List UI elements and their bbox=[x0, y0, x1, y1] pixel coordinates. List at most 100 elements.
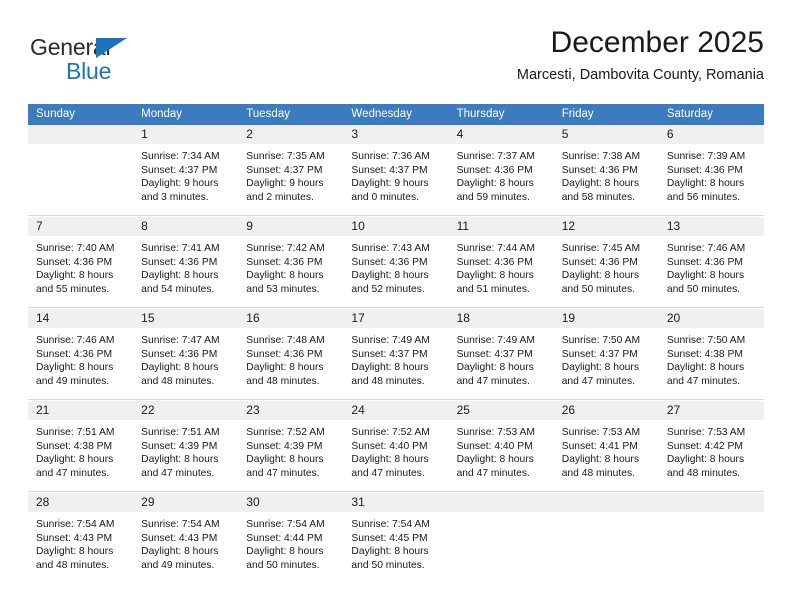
day-cell[interactable]: 18 Sunrise: 7:49 AM Sunset: 4:37 PM Dayligh… bbox=[448, 309, 554, 400]
daylight-text: Daylight: 8 hours bbox=[36, 270, 114, 282]
daylight-text: Daylight: 8 hours bbox=[561, 178, 639, 190]
day-cell[interactable]: 29 Sunrise: 7:54 AM Sunset: 4:43 PM Dayligh… bbox=[133, 493, 239, 583]
daylight-text: and 47 minutes. bbox=[246, 467, 320, 479]
day-cell[interactable]: 7 Sunrise: 7:40 AM Sunset: 4:36 PM Daylight… bbox=[28, 217, 134, 308]
daylight-text: Daylight: 8 hours bbox=[141, 546, 219, 558]
daylight-text: Daylight: 8 hours bbox=[351, 454, 429, 466]
day-cell[interactable]: 27 Sunrise: 7:53 AM Sunset: 4:42 PM Dayligh… bbox=[658, 401, 764, 492]
sunset-text: Sunset: 4:36 PM bbox=[456, 164, 533, 176]
daylight-text: Daylight: 8 hours bbox=[666, 454, 745, 466]
day-cell[interactable]: 15 Sunrise: 7:47 AM Sunset: 4:36 PM Dayligh… bbox=[133, 309, 239, 400]
day-number: 27 bbox=[658, 401, 764, 420]
sunrise-text: Sunrise: 7:34 AM bbox=[141, 151, 220, 162]
daylight-text: Daylight: 8 hours bbox=[666, 270, 745, 282]
day-cell[interactable]: 31 Sunrise: 7:54 AM Sunset: 4:45 PM Dayligh… bbox=[343, 493, 449, 583]
day-cell[interactable]: 11 Sunrise: 7:44 AM Sunset: 4:36 PM Dayligh… bbox=[448, 217, 554, 308]
calendar-week-row: 7 Sunrise: 7:40 AM Sunset: 4:36 PM Daylight… bbox=[28, 217, 764, 308]
day-cell[interactable]: 3 Sunrise: 7:36 AM Sunset: 4:37 PM Daylight… bbox=[343, 125, 449, 216]
sunrise-text: Sunrise: 7:37 AM bbox=[456, 151, 535, 162]
sunrise-text: Sunrise: 7:50 AM bbox=[561, 335, 641, 346]
daylight-text: and 48 minutes. bbox=[666, 467, 741, 479]
sunset-text: Sunset: 4:37 PM bbox=[141, 164, 218, 176]
daylight-text: Daylight: 8 hours bbox=[456, 362, 534, 374]
title-block: December 2025 Marcesti, Dambovita County… bbox=[517, 24, 764, 86]
day-details: Sunrise: 7:47 AM Sunset: 4:36 PM Daylight:… bbox=[133, 328, 238, 388]
day-details: Sunrise: 7:37 AM Sunset: 4:36 PM Daylight:… bbox=[449, 144, 554, 204]
sunrise-text: Sunrise: 7:52 AM bbox=[351, 427, 430, 438]
day-cell[interactable]: 13 Sunrise: 7:46 AM Sunset: 4:36 PM Dayligh… bbox=[658, 217, 764, 308]
calendar-grid: Sunday Monday Tuesday Wednesday Thursday… bbox=[28, 104, 764, 583]
day-cell[interactable]: 8 Sunrise: 7:41 AM Sunset: 4:36 PM Daylight… bbox=[133, 217, 239, 308]
day-details: Sunrise: 7:39 AM Sunset: 4:36 PM Daylight:… bbox=[659, 144, 764, 204]
day-number: 14 bbox=[28, 309, 134, 328]
day-cell[interactable]: 14 Sunrise: 7:46 AM Sunset: 4:36 PM Dayligh… bbox=[28, 309, 134, 400]
day-cell[interactable]: 26 Sunrise: 7:53 AM Sunset: 4:41 PM Dayligh… bbox=[553, 401, 659, 492]
sunrise-text: Sunrise: 7:53 AM bbox=[561, 427, 641, 438]
day-cell[interactable]: 4 Sunrise: 7:37 AM Sunset: 4:36 PM Daylight… bbox=[448, 125, 554, 216]
day-cell[interactable]: 24 Sunrise: 7:52 AM Sunset: 4:40 PM Dayligh… bbox=[343, 401, 449, 492]
sunrise-text: Sunrise: 7:53 AM bbox=[666, 427, 746, 438]
day-number bbox=[448, 493, 554, 512]
day-cell[interactable]: 12 Sunrise: 7:45 AM Sunset: 4:36 PM Dayligh… bbox=[553, 217, 659, 308]
day-details: Sunrise: 7:51 AM Sunset: 4:38 PM Daylight:… bbox=[28, 420, 133, 480]
sunrise-text: Sunrise: 7:40 AM bbox=[36, 243, 115, 254]
daylight-text: and 50 minutes. bbox=[246, 559, 320, 571]
day-cell[interactable]: 20 Sunrise: 7:50 AM Sunset: 4:38 PM Dayligh… bbox=[658, 309, 764, 400]
daylight-text: and 47 minutes. bbox=[36, 467, 110, 479]
sunset-text: Sunset: 4:36 PM bbox=[666, 164, 743, 176]
sunrise-text: Sunrise: 7:53 AM bbox=[456, 427, 535, 438]
day-cell[interactable]: 1 Sunrise: 7:34 AM Sunset: 4:37 PM Daylight… bbox=[133, 125, 239, 216]
day-number bbox=[553, 493, 659, 512]
day-cell[interactable]: 2 Sunrise: 7:35 AM Sunset: 4:37 PM Daylight… bbox=[238, 125, 344, 216]
day-details: Sunrise: 7:40 AM Sunset: 4:36 PM Daylight:… bbox=[28, 236, 133, 296]
logo-text-blue: Blue bbox=[66, 58, 112, 84]
day-cell[interactable]: 17 Sunrise: 7:49 AM Sunset: 4:37 PM Dayligh… bbox=[343, 309, 449, 400]
day-details: Sunrise: 7:54 AM Sunset: 4:43 PM Daylight:… bbox=[28, 512, 133, 572]
day-cell[interactable]: 23 Sunrise: 7:52 AM Sunset: 4:39 PM Dayligh… bbox=[238, 401, 344, 492]
day-number: 4 bbox=[448, 125, 554, 144]
calendar-page: General Blue December 2025 Marcesti, Dam… bbox=[0, 0, 792, 612]
day-cell[interactable]: 10 Sunrise: 7:43 AM Sunset: 4:36 PM Dayligh… bbox=[343, 217, 449, 308]
day-number: 10 bbox=[343, 217, 449, 236]
daylight-text: and 58 minutes. bbox=[561, 191, 635, 203]
sunset-text: Sunset: 4:42 PM bbox=[666, 440, 743, 452]
weekday-header-sunday: Sunday bbox=[28, 104, 134, 125]
sunrise-text: Sunrise: 7:41 AM bbox=[141, 243, 220, 254]
daylight-text: Daylight: 9 hours bbox=[246, 178, 324, 190]
day-number: 1 bbox=[133, 125, 239, 144]
sunrise-text: Sunrise: 7:54 AM bbox=[141, 519, 220, 530]
day-cell[interactable]: 21 Sunrise: 7:51 AM Sunset: 4:38 PM Dayligh… bbox=[28, 401, 134, 492]
daylight-text: and 48 minutes. bbox=[561, 467, 635, 479]
sunset-text: Sunset: 4:40 PM bbox=[351, 440, 428, 452]
day-number: 9 bbox=[238, 217, 344, 236]
day-cell[interactable]: 9 Sunrise: 7:42 AM Sunset: 4:36 PM Daylight… bbox=[238, 217, 344, 308]
daylight-text: Daylight: 8 hours bbox=[36, 454, 114, 466]
daylight-text: Daylight: 8 hours bbox=[456, 270, 534, 282]
day-cell[interactable]: 6 Sunrise: 7:39 AM Sunset: 4:36 PM Daylight… bbox=[658, 125, 764, 216]
day-number: 28 bbox=[28, 493, 134, 512]
day-cell[interactable]: 25 Sunrise: 7:53 AM Sunset: 4:40 PM Dayligh… bbox=[448, 401, 554, 492]
daylight-text: and 0 minutes. bbox=[351, 191, 419, 203]
daylight-text: Daylight: 8 hours bbox=[246, 546, 324, 558]
day-number: 21 bbox=[28, 401, 134, 420]
day-details: Sunrise: 7:53 AM Sunset: 4:40 PM Daylight:… bbox=[449, 420, 554, 480]
day-cell[interactable]: 28 Sunrise: 7:54 AM Sunset: 4:43 PM Dayligh… bbox=[28, 493, 134, 583]
general-blue-logo[interactable]: General Blue bbox=[30, 34, 190, 86]
sunrise-text: Sunrise: 7:52 AM bbox=[246, 427, 325, 438]
day-cell[interactable]: 22 Sunrise: 7:51 AM Sunset: 4:39 PM Dayligh… bbox=[133, 401, 239, 492]
day-cell[interactable]: 30 Sunrise: 7:54 AM Sunset: 4:44 PM Dayligh… bbox=[238, 493, 344, 583]
day-number: 18 bbox=[448, 309, 554, 328]
daylight-text: and 48 minutes. bbox=[36, 559, 110, 571]
sunset-text: Sunset: 4:36 PM bbox=[666, 256, 743, 268]
day-cell[interactable]: 16 Sunrise: 7:48 AM Sunset: 4:36 PM Dayligh… bbox=[238, 309, 344, 400]
calendar-header-row: Sunday Monday Tuesday Wednesday Thursday… bbox=[28, 104, 764, 125]
sunrise-text: Sunrise: 7:50 AM bbox=[666, 335, 746, 346]
sunset-text: Sunset: 4:38 PM bbox=[666, 348, 743, 360]
sunset-text: Sunset: 4:44 PM bbox=[246, 532, 323, 544]
daylight-text: Daylight: 8 hours bbox=[666, 362, 745, 374]
day-details: Sunrise: 7:46 AM Sunset: 4:36 PM Daylight:… bbox=[659, 236, 764, 296]
sunset-text: Sunset: 4:41 PM bbox=[561, 440, 638, 452]
day-cell-empty bbox=[553, 493, 659, 583]
day-cell[interactable]: 5 Sunrise: 7:38 AM Sunset: 4:36 PM Daylight… bbox=[553, 125, 659, 216]
day-cell[interactable]: 19 Sunrise: 7:50 AM Sunset: 4:37 PM Dayligh… bbox=[553, 309, 659, 400]
